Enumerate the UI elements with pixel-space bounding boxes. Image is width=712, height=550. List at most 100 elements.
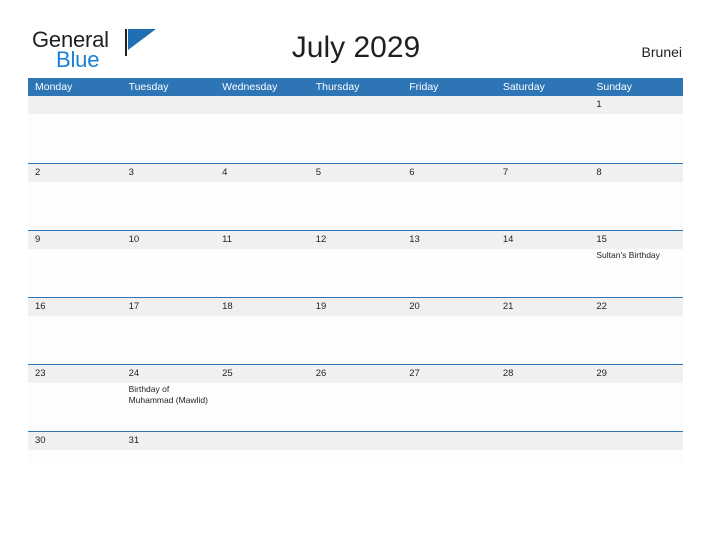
day-number-12[interactable]: 12 [309, 231, 403, 249]
day-cell-empty [402, 316, 496, 365]
day-cell-empty [496, 249, 590, 298]
day-cell-empty [589, 182, 683, 231]
day-number-empty [589, 432, 683, 450]
day-cell-empty [215, 383, 309, 432]
weekday-header-sunday: Sunday [596, 81, 632, 93]
day-cell-empty [215, 249, 309, 298]
day-cell-empty [215, 182, 309, 231]
day-cell-empty [122, 249, 216, 298]
page-header: General Blue July 2029 Brunei [0, 0, 712, 78]
day-cell-empty [122, 182, 216, 231]
day-number-13[interactable]: 13 [402, 231, 496, 249]
day-number-25[interactable]: 25 [215, 365, 309, 383]
day-cell-empty [309, 316, 403, 365]
week-event-band [28, 114, 683, 163]
day-number-31[interactable]: 31 [122, 432, 216, 450]
weekday-header-friday: Friday [409, 81, 439, 93]
day-number-6[interactable]: 6 [402, 164, 496, 182]
day-number-17[interactable]: 17 [122, 298, 216, 316]
day-number-empty [28, 96, 122, 114]
day-cell-empty [496, 114, 590, 163]
day-cell-empty [28, 450, 122, 465]
week-date-band: 30 31 [28, 432, 683, 450]
page-title: July 2029 [291, 31, 421, 64]
day-number-18[interactable]: 18 [215, 298, 309, 316]
day-cell-empty [28, 383, 122, 432]
day-number-15[interactable]: 15 [589, 231, 683, 249]
day-number-19[interactable]: 19 [309, 298, 403, 316]
day-number-7[interactable]: 7 [496, 164, 590, 182]
locale-label: Brunei [641, 44, 682, 60]
day-number-23[interactable]: 23 [28, 365, 122, 383]
day-number-empty [402, 432, 496, 450]
day-number-5[interactable]: 5 [309, 164, 403, 182]
day-number-9[interactable]: 9 [28, 231, 122, 249]
week-date-band: 9 10 11 12 13 14 15 [28, 231, 683, 249]
day-cell-empty [215, 450, 309, 465]
day-cell-empty [309, 450, 403, 465]
week-date-band: 2345678 [28, 164, 683, 182]
day-number-29[interactable]: 29 [589, 365, 683, 383]
day-number-empty [496, 96, 590, 114]
day-cell-empty [309, 249, 403, 298]
day-number-8[interactable]: 8 [589, 164, 683, 182]
day-number-30[interactable]: 30 [28, 432, 122, 450]
day-number-empty [402, 96, 496, 114]
day-number-4[interactable]: 4 [215, 164, 309, 182]
day-number-11[interactable]: 11 [215, 231, 309, 249]
weekday-header-monday: Monday [35, 81, 73, 93]
week-event-band: Sultan's Birthday [28, 249, 683, 298]
day-number-27[interactable]: 27 [402, 365, 496, 383]
weekday-header-thursday: Thursday [315, 81, 360, 93]
calendar-week-row: 30 31 [28, 431, 683, 464]
day-number-empty [122, 96, 216, 114]
day-cell-empty [496, 182, 590, 231]
day-number-14[interactable]: 14 [496, 231, 590, 249]
day-number-2[interactable]: 2 [28, 164, 122, 182]
day-number-22[interactable]: 22 [589, 298, 683, 316]
day-number-24[interactable]: 24 [122, 365, 216, 383]
calendar-page: General Blue July 2029 Brunei Monday Tues… [0, 0, 712, 550]
calendar-week-row: 9 10 11 12 13 14 15 Sultan's Birthday [28, 230, 683, 297]
calendar-week-row: 23 24 25 26 27 28 29 Birthday of Muhammad (Mawl… [28, 364, 683, 431]
day-number-1[interactable]: 1 [589, 96, 683, 114]
day-number-10[interactable]: 10 [122, 231, 216, 249]
calendar-week-row: 1 [28, 96, 683, 163]
day-cell-empty [28, 182, 122, 231]
day-number-20[interactable]: 20 [402, 298, 496, 316]
holiday-event: Birthday of Muhammad (Mawlid) [128, 384, 208, 406]
holiday-event: Sultan's Birthday [596, 250, 660, 260]
day-cell-empty [215, 316, 309, 365]
day-number-28[interactable]: 28 [496, 365, 590, 383]
week-event-band [28, 450, 683, 465]
day-cell-empty [589, 316, 683, 365]
day-cell-empty [496, 450, 590, 465]
day-number-empty [215, 96, 309, 114]
day-events-24[interactable]: Birthday of Muhammad (Mawlid) [122, 383, 216, 432]
weekday-header-saturday: Saturday [502, 81, 545, 93]
day-cell-empty [402, 450, 496, 465]
day-cell-empty [589, 450, 683, 465]
day-number-21[interactable]: 21 [496, 298, 590, 316]
day-cell-empty [215, 114, 309, 163]
week-date-band: 1 [28, 96, 683, 114]
day-cell-empty [122, 114, 216, 163]
day-cell-empty [122, 450, 216, 465]
day-cell-empty [28, 249, 122, 298]
day-events-15[interactable]: Sultan's Birthday [589, 249, 683, 298]
day-number-26[interactable]: 26 [309, 365, 403, 383]
week-event-band [28, 316, 683, 365]
weekday-header-wednesday: Wednesday [222, 81, 278, 93]
weekday-header-row: Monday Tuesday Wednesday Thursday Friday Satu… [28, 78, 683, 96]
day-cell-empty [402, 114, 496, 163]
day-number-3[interactable]: 3 [122, 164, 216, 182]
day-number-16[interactable]: 16 [28, 298, 122, 316]
day-cell-empty [496, 383, 590, 432]
day-cell-empty [28, 316, 122, 365]
day-cell-empty [589, 383, 683, 432]
calendar-week-row: 16 17 18 19 20 21 22 [28, 297, 683, 364]
calendar-week-row: 2345678 [28, 163, 683, 230]
day-cell-empty [309, 383, 403, 432]
week-date-band: 23 24 25 26 27 28 29 [28, 365, 683, 383]
week-event-band: Birthday of Muhammad (Mawlid) [28, 383, 683, 432]
